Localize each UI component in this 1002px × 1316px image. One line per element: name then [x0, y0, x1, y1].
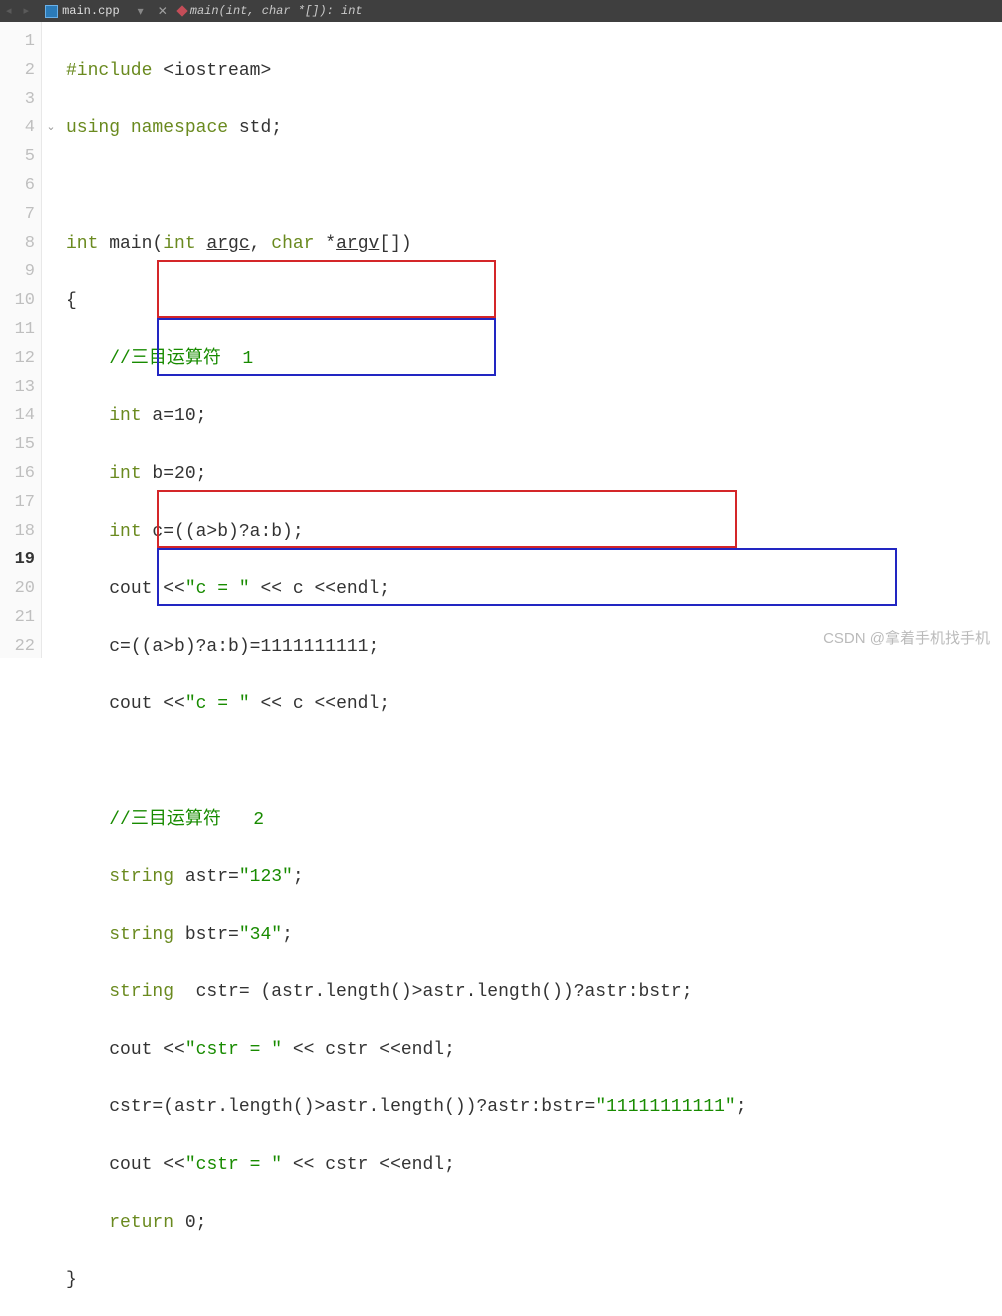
line-number[interactable]: 17 [0, 489, 41, 518]
line-number[interactable]: 3 [0, 86, 41, 115]
code-area[interactable]: #include <iostream> using namespace std;… [60, 22, 1002, 658]
line-number[interactable]: 20 [0, 575, 41, 604]
tab-bar: ◂ ▸ main.cpp ▾ ✕ main(int, char *[]): in… [0, 0, 1002, 22]
fold-gutter: ⌄ [42, 22, 60, 658]
line-number[interactable]: 11 [0, 316, 41, 345]
line-number[interactable]: 4 [0, 114, 41, 143]
tab-close-icon[interactable]: ✕ [152, 4, 174, 19]
fold-toggle-icon[interactable]: ⌄ [42, 114, 60, 143]
line-number[interactable]: 6 [0, 172, 41, 201]
line-number[interactable]: 16 [0, 460, 41, 489]
line-number[interactable]: 2 [0, 57, 41, 86]
diamond-icon [176, 5, 187, 16]
tab-prev-icon[interactable]: ◂ [0, 4, 18, 18]
function-signature[interactable]: main(int, char *[]): int [190, 4, 363, 18]
line-number-gutter: 1 2 3 4 5 6 7 8 9 10 11 12 13 14 15 16 1… [0, 22, 42, 658]
line-number[interactable]: 8 [0, 230, 41, 259]
tab-dropdown-icon[interactable]: ▾ [130, 4, 152, 19]
line-number[interactable]: 14 [0, 402, 41, 431]
line-number[interactable]: 21 [0, 604, 41, 633]
line-number[interactable]: 15 [0, 431, 41, 460]
line-number[interactable]: 9 [0, 258, 41, 287]
line-number[interactable]: 13 [0, 374, 41, 403]
editor: 1 2 3 4 5 6 7 8 9 10 11 12 13 14 15 16 1… [0, 22, 1002, 658]
line-number[interactable]: 1 [0, 28, 41, 57]
line-number[interactable]: 5 [0, 143, 41, 172]
line-number[interactable]: 10 [0, 287, 41, 316]
line-number[interactable]: 12 [0, 345, 41, 374]
file-tab-label: main.cpp [62, 4, 120, 18]
tab-next-icon[interactable]: ▸ [18, 4, 36, 18]
file-tab[interactable]: main.cpp [35, 0, 130, 22]
line-number[interactable]: 7 [0, 201, 41, 230]
line-number[interactable]: 22 [0, 633, 41, 662]
file-icon [45, 5, 58, 18]
watermark: CSDN @拿着手机找手机 [823, 627, 990, 648]
line-number[interactable]: 19 [0, 546, 41, 575]
line-number[interactable]: 18 [0, 518, 41, 547]
